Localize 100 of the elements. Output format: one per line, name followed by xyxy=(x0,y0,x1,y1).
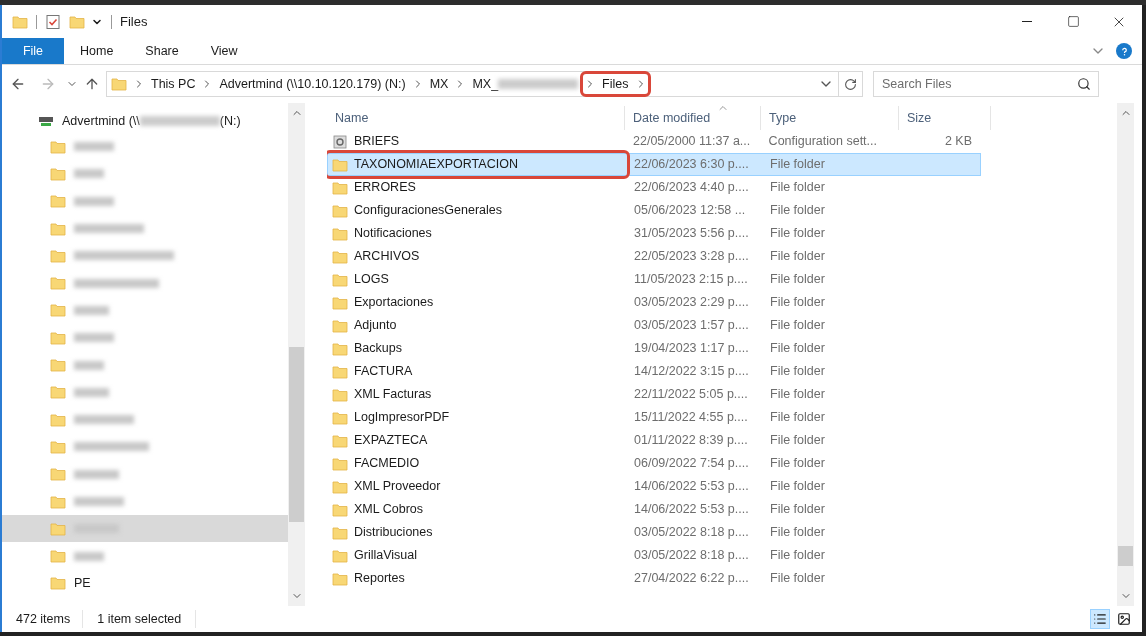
back-icon[interactable] xyxy=(10,76,26,92)
folder-icon xyxy=(332,524,348,541)
folder-icon xyxy=(50,357,66,373)
file-row[interactable]: Notificaciones 31/05/2023 5:56 p.... File folder xyxy=(327,222,981,245)
file-row[interactable]: ARCHIVOS 22/05/2023 3:28 p.... File folder xyxy=(327,245,981,268)
file-row[interactable]: Backups 19/04/2023 1:17 p.... File folder xyxy=(327,337,981,360)
type-cell-text: File folder xyxy=(769,386,826,404)
file-name: LOGS xyxy=(354,271,389,289)
file-row[interactable]: XML Cobros 14/06/2022 5:53 p.... File folder xyxy=(327,498,981,521)
details-view-button[interactable] xyxy=(1090,609,1110,629)
forward-icon[interactable] xyxy=(40,76,56,92)
file-row[interactable]: XML Proveedor 14/06/2022 5:53 p.... File folder xyxy=(327,475,981,498)
column-header[interactable]: Date modified xyxy=(625,106,761,130)
folder-icon xyxy=(50,520,66,537)
breadcrumb-item[interactable]: MX_ xyxy=(472,74,499,94)
file-row[interactable]: FACMEDIO 06/09/2022 7:54 p.... File folder xyxy=(327,452,981,475)
date-cell-text: 22/11/2022 5:05 p.... xyxy=(633,386,749,404)
file-name: FACMEDIO xyxy=(354,455,420,473)
item-count: 472 items xyxy=(16,609,84,629)
folder-icon xyxy=(50,165,66,182)
file-row[interactable]: ERRORES 22/06/2023 4:40 p.... File folder xyxy=(327,176,981,199)
folder-icon xyxy=(50,438,66,455)
file-row[interactable]: Distribuciones 03/05/2022 8:18 p.... File folder xyxy=(327,521,981,544)
breadcrumb-item[interactable]: Advertmind (\\10.10.120.179) (N:) xyxy=(219,74,406,94)
hidden-text xyxy=(74,360,104,370)
file-row[interactable]: GrillaVisual 03/05/2022 8:18 p.... File folder xyxy=(327,544,981,567)
date-cell-text: 03/05/2023 1:57 p.... xyxy=(633,317,750,335)
file-row[interactable]: ConfiguracionesGenerales 05/06/2023 12:58 ... File folder xyxy=(327,199,981,222)
type-cell-text: File folder xyxy=(769,225,826,243)
type-cell-text: File folder xyxy=(769,547,826,565)
type-cell-text: File folder xyxy=(769,363,826,381)
date-cell-text: 22/06/2023 4:40 p.... xyxy=(633,179,750,197)
file-name: TAXONOMIAEXPORTACION xyxy=(354,156,518,174)
folder-icon xyxy=(332,455,348,472)
up-icon[interactable] xyxy=(84,76,100,92)
column-header[interactable]: Name xyxy=(327,106,625,130)
scrollbar-thumb[interactable] xyxy=(289,347,304,522)
folder-icon xyxy=(50,247,66,264)
properties-icon[interactable] xyxy=(45,13,61,30)
scrollbar-thumb[interactable] xyxy=(1118,546,1133,566)
search-field[interactable]: Search Files xyxy=(873,71,1099,97)
file-row[interactable]: BRIEFS 22/05/2000 11:37 a... Configuration sett... 2 KB xyxy=(327,130,981,153)
date-cell-text: 11/05/2023 2:15 p.... xyxy=(633,271,749,289)
folder-icon xyxy=(50,575,66,592)
folder-icon xyxy=(332,478,348,495)
size-cell-text: 2 KB xyxy=(943,133,973,151)
column-header[interactable]: Size xyxy=(899,106,991,130)
scrollbar[interactable] xyxy=(288,103,305,606)
ribbon-tab[interactable]: Share xyxy=(129,38,195,64)
folder-icon xyxy=(111,76,127,92)
file-name: Distribuciones xyxy=(354,524,433,542)
hidden-text xyxy=(74,415,134,425)
file-row[interactable]: LOGS 11/05/2023 2:15 p.... File folder xyxy=(327,268,981,291)
tree-item-label: PE xyxy=(74,575,91,592)
folder-icon xyxy=(50,548,66,565)
refresh-icon xyxy=(844,77,857,91)
folder-icon xyxy=(332,501,348,518)
new-folder-icon xyxy=(69,13,85,30)
image-icon xyxy=(1117,612,1131,626)
folder-icon xyxy=(332,294,348,311)
breadcrumb-item[interactable]: MX xyxy=(429,74,449,94)
file-row[interactable]: Adjunto 03/05/2023 1:57 p.... File folder xyxy=(327,314,981,337)
tree-item[interactable] xyxy=(2,515,288,543)
folder-icon xyxy=(332,179,348,196)
file-row[interactable]: Reportes 27/04/2022 6:22 p.... File folder xyxy=(327,567,981,590)
file-row[interactable]: LogImpresorPDF 15/11/2022 4:55 p.... File folder xyxy=(327,406,981,429)
folder-icon xyxy=(50,493,66,510)
file-name: Exportaciones xyxy=(354,294,434,312)
ribbon-tab[interactable]: View xyxy=(194,38,254,64)
file-name: ARCHIVOS xyxy=(354,248,420,266)
folder-icon xyxy=(50,302,66,319)
address-field[interactable]: This PC Advertmind (\\10.10.120.179) (N:) MX MX_ Files xyxy=(106,71,863,97)
file-name: LogImpresorPDF xyxy=(354,409,450,427)
file-row[interactable]: XML Facturas 22/11/2022 5:05 p.... File folder xyxy=(327,383,981,406)
file-row[interactable]: FACTURA 14/12/2022 3:15 p.... File folder xyxy=(327,360,981,383)
breadcrumb-item[interactable]: Files xyxy=(602,74,629,94)
file-name: Notificaciones xyxy=(354,225,432,243)
tree-item[interactable]: Advertmind (\\ xyxy=(62,111,140,131)
date-cell-text: 22/06/2023 6:30 p.... xyxy=(633,156,750,174)
breadcrumb-item[interactable]: This PC xyxy=(151,74,196,94)
folder-icon xyxy=(50,220,66,237)
type-cell-text: File folder xyxy=(769,179,826,197)
type-cell-text: File folder xyxy=(769,271,826,289)
file-row[interactable]: Exportaciones 03/05/2023 2:29 p.... File folder xyxy=(327,291,981,314)
date-cell-text: 15/11/2022 4:55 p.... xyxy=(633,409,749,427)
ribbon-tab[interactable]: Home xyxy=(64,38,130,64)
help-icon[interactable] xyxy=(1116,43,1132,59)
details-view-icon xyxy=(1093,612,1107,626)
tree-item[interactable]: PE xyxy=(2,569,288,598)
scrollbar[interactable] xyxy=(1117,103,1134,606)
column-header[interactable]: Type xyxy=(761,106,899,130)
file-name: Backups xyxy=(354,340,402,358)
folder-icon xyxy=(332,271,348,288)
file-row[interactable]: EXPAZTECA 01/11/2022 8:39 p.... File folder xyxy=(327,429,981,452)
folder-icon xyxy=(50,329,66,346)
hidden-text xyxy=(74,497,124,506)
folder-icon xyxy=(50,466,66,483)
folder-icon xyxy=(332,570,348,587)
file-row[interactable]: TAXONOMIAEXPORTACION 22/06/2023 6:30 p.... File folder xyxy=(327,153,981,176)
file-menu-button[interactable]: File xyxy=(2,38,64,64)
